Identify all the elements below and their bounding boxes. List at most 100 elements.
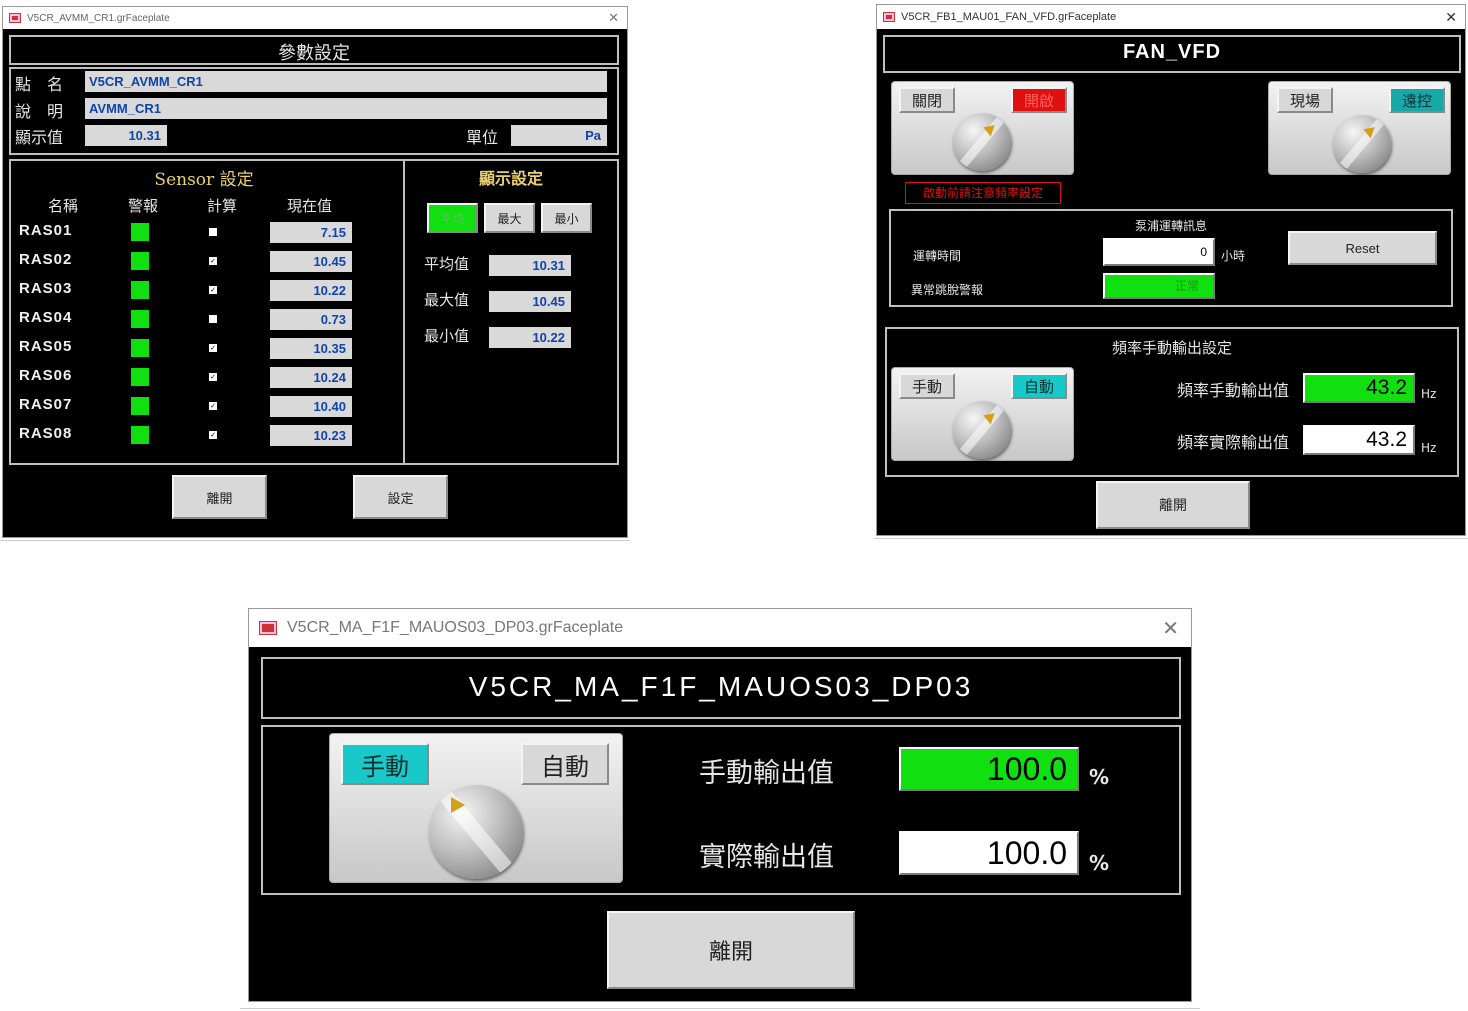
sensor-current-value: 10.45 xyxy=(270,251,352,272)
sensor-name: RAS02 xyxy=(19,251,73,268)
actual-output-label: 實際輸出值 xyxy=(699,842,834,873)
trip-alarm-label: 異常跳脫警報 xyxy=(911,283,984,297)
min-mode-button[interactable]: 最小 xyxy=(541,203,592,233)
avg-mode-button[interactable]: 平均 xyxy=(427,203,478,233)
manual-auto-knob[interactable] xyxy=(953,401,1011,459)
sensor-alarm-indicator xyxy=(131,368,149,386)
faceplate-icon xyxy=(259,621,277,635)
sensor-alarm-indicator xyxy=(131,397,149,415)
window-title: V5CR_FB1_MAU01_FAN_VFD.grFaceplate xyxy=(901,11,1117,23)
page-title: FAN_VFD xyxy=(1122,41,1222,63)
actual-output-label: 頻率實際輸出值 xyxy=(1177,433,1290,452)
background-line xyxy=(874,538,1468,539)
column-header-name: 名稱 xyxy=(48,197,79,215)
sensor-calc-checkbox[interactable]: ✓ xyxy=(209,344,217,352)
close-button[interactable]: 離開 xyxy=(172,475,267,519)
frequency-title: 頻率手動輸出設定 xyxy=(1111,339,1232,357)
manual-output-unit: % xyxy=(1089,765,1110,789)
min-value-field: 10.22 xyxy=(489,327,571,348)
run-switch-knob[interactable] xyxy=(953,113,1011,171)
sensor-alarm-indicator xyxy=(131,223,149,241)
close-icon[interactable]: ✕ xyxy=(1162,616,1179,641)
sensor-name: RAS01 xyxy=(19,222,73,239)
sensor-name: RAS06 xyxy=(19,367,73,384)
background-line xyxy=(240,1008,1200,1009)
max-mode-button[interactable]: 最大 xyxy=(484,203,535,233)
sensor-name: RAS04 xyxy=(19,309,73,326)
actual-output-unit: % xyxy=(1089,851,1110,875)
max-value-field: 10.45 xyxy=(489,291,571,312)
page-title: V5CR_MA_F1F_MAUOS03_DP03 xyxy=(468,671,974,702)
mode-switch-knob[interactable] xyxy=(1333,115,1391,173)
sensor-current-value: 7.15 xyxy=(270,222,352,243)
off-button[interactable]: 關閉 xyxy=(899,87,955,113)
runtime-unit: 小時 xyxy=(1221,249,1246,263)
sensor-calc-checkbox[interactable] xyxy=(209,228,217,236)
column-header-value: 現在值 xyxy=(287,197,333,215)
close-icon[interactable]: ✕ xyxy=(608,10,619,26)
sensor-calc-checkbox[interactable] xyxy=(209,315,217,323)
reset-button[interactable]: Reset xyxy=(1288,231,1437,265)
runtime-field: 0 xyxy=(1103,238,1215,266)
unit-label: 單位 xyxy=(466,128,499,147)
background-line xyxy=(0,540,630,541)
actual-output-field: 43.2 xyxy=(1303,425,1415,455)
manual-button[interactable]: 手動 xyxy=(899,373,955,399)
remote-button[interactable]: 遠控 xyxy=(1389,87,1445,113)
sensor-current-value: 10.22 xyxy=(270,280,352,301)
sensor-calc-checkbox[interactable]: ✓ xyxy=(209,402,217,410)
faceplate-icon xyxy=(883,12,895,22)
display-value-label: 顯示值 xyxy=(15,128,64,147)
sensor-calc-checkbox[interactable]: ✓ xyxy=(209,286,217,294)
close-button[interactable]: 離開 xyxy=(1096,481,1250,529)
window-title: V5CR_MA_F1F_MAUOS03_DP03.grFaceplate xyxy=(287,619,624,636)
unit-field[interactable]: Pa xyxy=(511,125,607,146)
sensor-current-value: 0.73 xyxy=(270,309,352,330)
close-icon[interactable]: ✕ xyxy=(1445,9,1457,26)
trip-alarm-status: 正常 xyxy=(1103,273,1215,299)
manual-output-label: 手動輸出值 xyxy=(699,758,834,789)
avg-value-label: 平均值 xyxy=(424,255,470,273)
runtime-label: 運轉時間 xyxy=(913,249,962,263)
sensor-name: RAS07 xyxy=(19,396,73,413)
manual-output-field[interactable]: 100.0 xyxy=(899,747,1079,791)
sensor-current-value: 10.23 xyxy=(270,425,352,446)
actual-output-field: 100.0 xyxy=(899,831,1079,875)
description-label: 說 明 xyxy=(15,102,64,121)
sensor-calc-checkbox[interactable]: ✓ xyxy=(209,373,217,381)
page-title: 參數設定 xyxy=(278,43,350,64)
start-warning: 啟動前請注意頻率設定 xyxy=(905,182,1061,204)
description-field[interactable]: AVMM_CR1 xyxy=(85,98,607,119)
point-name-field[interactable]: V5CR_AVMM_CR1 xyxy=(85,71,607,92)
sensor-alarm-indicator xyxy=(131,310,149,328)
sensor-calc-checkbox[interactable]: ✓ xyxy=(209,257,217,265)
manual-output-field[interactable]: 43.2 xyxy=(1303,373,1415,403)
local-button[interactable]: 現場 xyxy=(1277,87,1333,113)
sensor-name: RAS05 xyxy=(19,338,73,355)
sensor-alarm-indicator xyxy=(131,252,149,270)
column-header-alarm: 警報 xyxy=(128,197,159,215)
avg-value-field: 10.31 xyxy=(489,255,571,276)
manual-button[interactable]: 手動 xyxy=(341,743,429,785)
max-value-label: 最大值 xyxy=(424,291,470,309)
auto-button[interactable]: 自動 xyxy=(521,743,609,785)
display-value-field: 10.31 xyxy=(85,125,167,146)
faceplate-window-avmm: V5CR_AVMM_CR1.grFaceplate ✕ 參數設定 點 名 V5C… xyxy=(2,6,628,538)
manual-auto-knob[interactable] xyxy=(429,785,523,879)
window-title: V5CR_AVMM_CR1.grFaceplate xyxy=(27,12,170,24)
sensor-current-value: 10.40 xyxy=(270,396,352,417)
point-name-label: 點 名 xyxy=(15,75,64,94)
sensor-current-value: 10.35 xyxy=(270,338,352,359)
settings-button[interactable]: 設定 xyxy=(353,475,448,519)
min-value-label: 最小值 xyxy=(424,327,470,345)
title-bar: V5CR_AVMM_CR1.grFaceplate ✕ xyxy=(3,7,627,29)
actual-output-unit: Hz xyxy=(1421,441,1437,455)
close-button[interactable]: 離開 xyxy=(607,911,855,989)
faceplate-window-fan-vfd: V5CR_FB1_MAU01_FAN_VFD.grFaceplate ✕ FAN… xyxy=(876,4,1466,536)
auto-button[interactable]: 自動 xyxy=(1011,373,1067,399)
sensor-alarm-indicator xyxy=(131,281,149,299)
sensor-calc-checkbox[interactable]: ✓ xyxy=(209,431,217,439)
on-button[interactable]: 開啟 xyxy=(1011,87,1067,113)
sensor-alarm-indicator xyxy=(131,339,149,357)
display-settings-title: 顯示設定 xyxy=(478,169,543,188)
